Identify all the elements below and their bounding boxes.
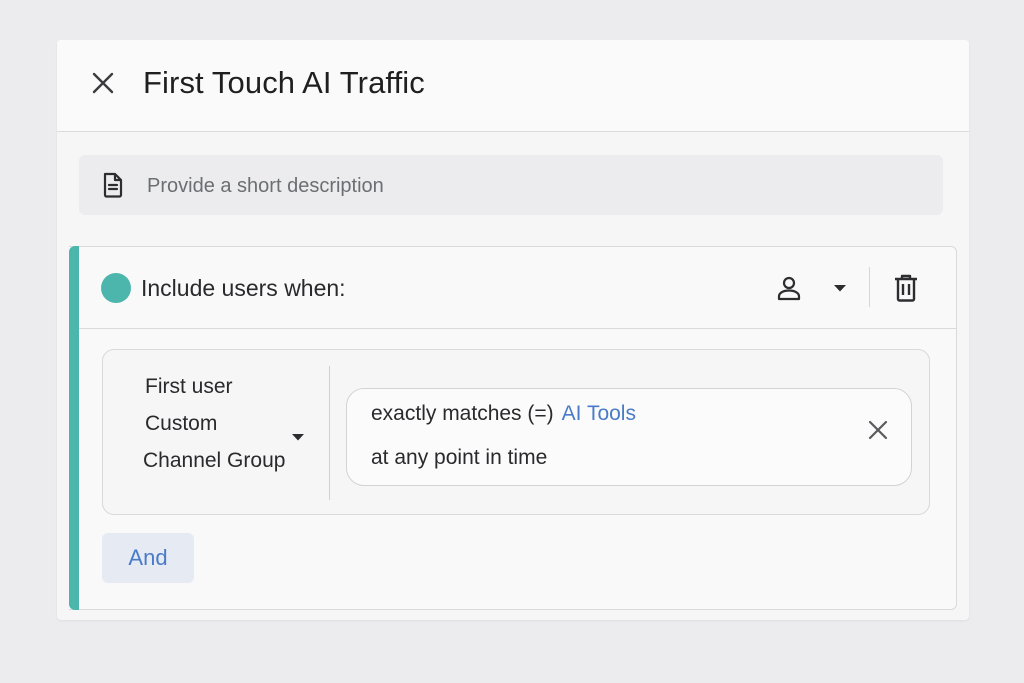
scope-dropdown-button[interactable] <box>775 269 859 307</box>
group-header: Include users when: <box>79 247 956 329</box>
header-divider <box>869 267 870 307</box>
page-title: First Touch AI Traffic <box>143 65 425 100</box>
trash-icon <box>895 274 917 302</box>
caret-down-icon <box>834 285 846 292</box>
remove-condition-button[interactable] <box>861 413 895 447</box>
group-accent-bar <box>69 246 79 610</box>
and-button[interactable]: And <box>102 533 194 583</box>
group-status-dot <box>101 273 131 303</box>
time-scope: at any point in time <box>371 446 548 469</box>
dimension-label-line-2: Custom <box>145 412 218 435</box>
match-rule: exactly matches (=) AI Tools <box>371 401 636 427</box>
panel-header: First Touch AI Traffic <box>57 40 969 132</box>
close-icon <box>92 72 114 94</box>
match-operator: exactly matches (=) <box>371 402 554 425</box>
segment-editor-panel: First Touch AI Traffic Include users whe… <box>57 40 969 620</box>
dimension-selector[interactable]: First user Custom Channel Group <box>103 350 329 514</box>
dimension-label-line-3: Channel Group <box>143 449 286 472</box>
description-input[interactable] <box>147 173 907 199</box>
condition-card: First user Custom Channel Group exactly … <box>102 349 930 515</box>
include-users-label: Include users when: <box>141 275 346 301</box>
condition-divider <box>329 366 330 500</box>
person-icon <box>777 276 801 301</box>
condition-group: Include users when: First user Custom Ch… <box>69 246 957 610</box>
close-icon <box>868 420 888 440</box>
close-button[interactable] <box>87 67 119 99</box>
match-value[interactable]: AI Tools <box>562 402 636 425</box>
description-field[interactable] <box>79 155 943 215</box>
condition-expression[interactable]: exactly matches (=) AI Tools at any point… <box>346 388 912 486</box>
document-icon <box>103 172 123 198</box>
caret-down-icon <box>292 434 304 441</box>
delete-group-button[interactable] <box>891 271 921 305</box>
dimension-label-line-1: First user <box>145 375 233 398</box>
